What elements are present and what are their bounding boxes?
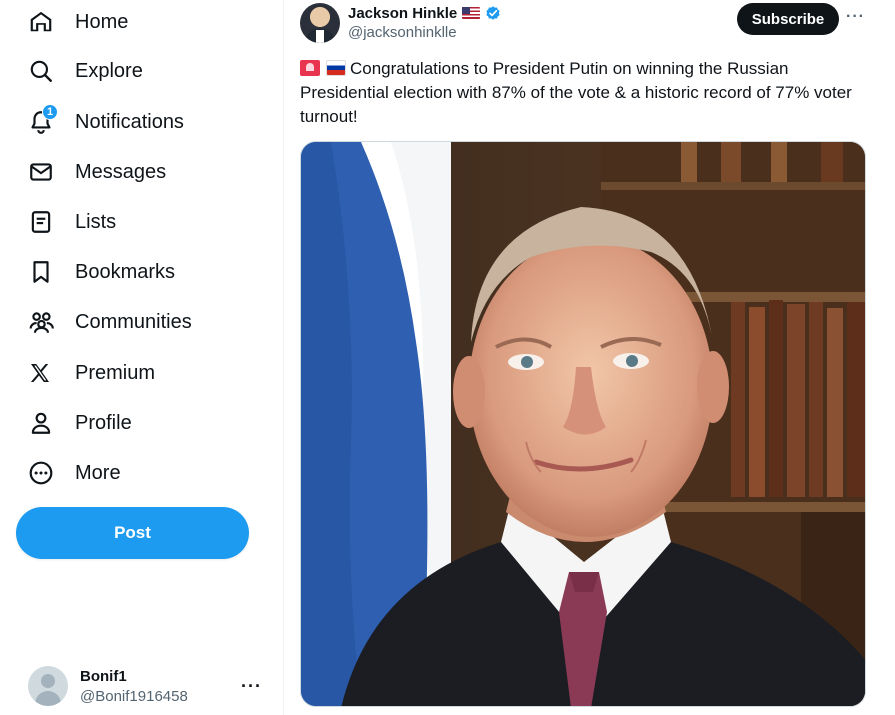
- sidebar: Home Explore 1 Notifications Messages Li…: [0, 0, 284, 715]
- subscribe-button[interactable]: Subscribe: [737, 3, 839, 35]
- siren-emoji-icon: [300, 60, 320, 76]
- sidebar-item-bookmarks[interactable]: Bookmarks: [16, 250, 175, 294]
- sidebar-item-communities[interactable]: Communities: [16, 300, 192, 344]
- bookmark-icon: [16, 250, 64, 294]
- sidebar-item-messages[interactable]: Messages: [16, 150, 166, 194]
- avatar: [28, 666, 68, 706]
- portrait-illustration: [301, 142, 865, 706]
- sidebar-item-label: Messages: [75, 160, 167, 183]
- envelope-icon: [16, 150, 64, 194]
- home-icon: [16, 0, 64, 44]
- sidebar-item-premium[interactable]: Premium: [16, 351, 155, 395]
- search-icon: [16, 49, 64, 93]
- sidebar-item-profile[interactable]: Profile: [16, 401, 132, 445]
- more-circle-icon: [16, 451, 64, 495]
- tweet-detail: Jackson Hinkle @jacksonhinklle Subscribe…: [284, 0, 895, 715]
- tweet-more-icon[interactable]: ···: [846, 8, 866, 28]
- bell-icon: 1: [16, 100, 64, 144]
- sidebar-item-explore[interactable]: Explore: [16, 49, 143, 93]
- sidebar-item-more[interactable]: More: [16, 451, 121, 495]
- x-logo-icon: [16, 351, 64, 395]
- verified-badge-icon: [486, 6, 500, 20]
- sidebar-item-label: More: [75, 461, 121, 484]
- person-icon: [16, 401, 64, 445]
- author-name-row[interactable]: Jackson Hinkle: [348, 4, 502, 22]
- sidebar-item-label: Bookmarks: [75, 260, 176, 283]
- account-switcher[interactable]: Bonif1 @Bonif1916458 ···: [16, 660, 268, 712]
- account-display-name: Bonif1: [80, 667, 127, 685]
- sidebar-item-label: Communities: [75, 310, 192, 333]
- sidebar-item-label: Explore: [75, 59, 143, 82]
- tweet-text-block: Congratulations to President Putin on wi…: [300, 57, 870, 129]
- account-handle: @Bonif1916458: [80, 687, 188, 705]
- sidebar-item-label: Premium: [75, 361, 156, 384]
- tweet-photo[interactable]: [300, 141, 866, 707]
- list-icon: [16, 200, 64, 244]
- sidebar-item-label: Profile: [75, 411, 132, 434]
- sidebar-item-label: Lists: [75, 210, 117, 233]
- sidebar-item-lists[interactable]: Lists: [16, 200, 116, 244]
- people-icon: [16, 300, 64, 344]
- post-button[interactable]: Post: [16, 507, 249, 559]
- more-dots-icon: ···: [241, 676, 262, 696]
- sidebar-item-label: Notifications: [75, 110, 184, 133]
- sidebar-item-home[interactable]: Home: [16, 0, 128, 44]
- sidebar-item-label: Home: [75, 10, 129, 33]
- sidebar-item-notifications[interactable]: 1 Notifications: [16, 100, 184, 144]
- russia-flag-icon: [326, 60, 346, 76]
- author-avatar[interactable]: [300, 3, 340, 43]
- us-flag-icon: [462, 7, 481, 19]
- author-handle[interactable]: @jacksonhinklle: [348, 24, 457, 41]
- author-name: Jackson Hinkle: [348, 4, 458, 22]
- tweet-text: Congratulations to President Putin on wi…: [300, 59, 852, 126]
- notification-badge: 1: [42, 104, 58, 120]
